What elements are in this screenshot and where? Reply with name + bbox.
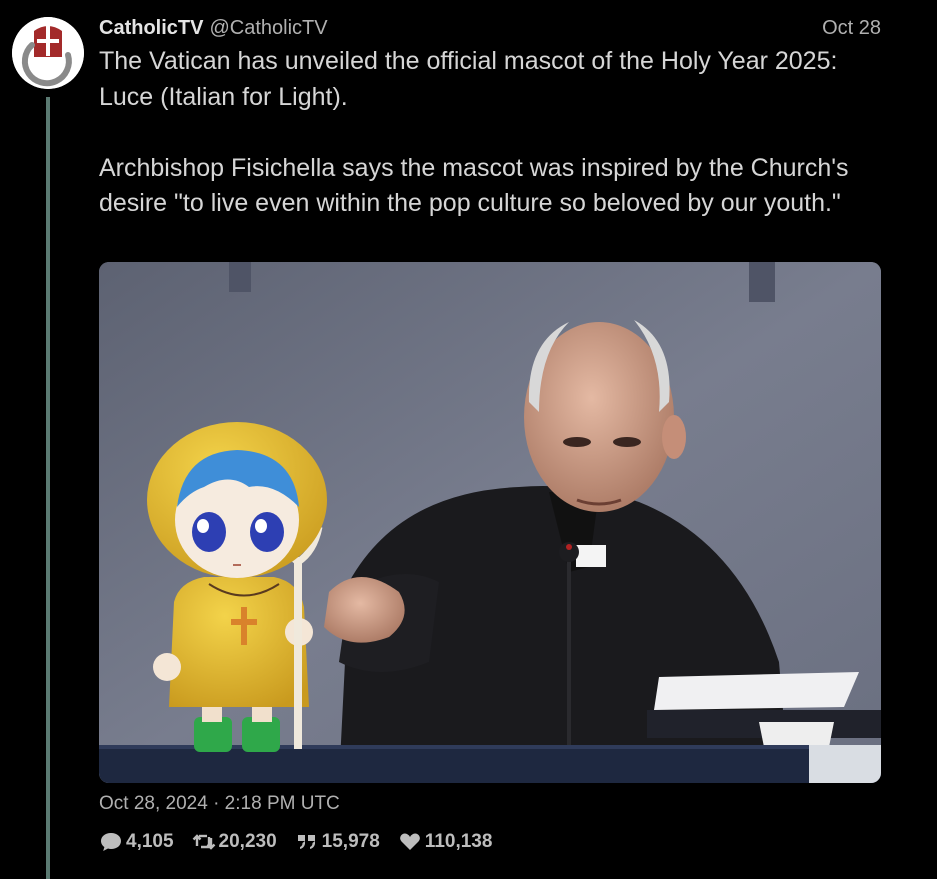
avatar[interactable]	[12, 17, 84, 89]
tweet-text: The Vatican has unveiled the official ma…	[99, 44, 889, 222]
comment-icon	[99, 830, 123, 854]
retweet-count: 20,230	[218, 831, 277, 852]
photo-mascot-and-archbishop	[99, 262, 881, 783]
tweet-timestamp[interactable]: Oct 28, 2024 · 2:18 PM UTC	[99, 791, 340, 817]
quote-icon	[295, 830, 319, 854]
user-handle[interactable]: @CatholicTV	[209, 17, 327, 39]
reply-count: 4,105	[126, 831, 174, 852]
thread-line	[46, 97, 50, 879]
quote-count: 15,978	[321, 831, 380, 852]
tweet: CatholicTV @CatholicTV Oct 28 The Vatican…	[0, 0, 937, 879]
tweet-header: CatholicTV @CatholicTV Oct 28	[99, 15, 881, 41]
like-count: 110,138	[424, 831, 493, 852]
display-name[interactable]: CatholicTV	[99, 17, 203, 39]
retweet-stat[interactable]: 20,230	[192, 830, 277, 854]
retweet-icon	[192, 830, 216, 854]
tweet-text-paragraph: Archbishop Fisichella says the mascot wa…	[99, 153, 849, 218]
quote-stat[interactable]: 15,978	[295, 830, 380, 854]
reply-stat[interactable]: 4,105	[99, 830, 174, 854]
like-stat[interactable]: 110,138	[398, 830, 493, 854]
heart-icon	[398, 830, 422, 854]
tweet-date-link[interactable]: Oct 28	[822, 15, 881, 41]
catholictv-logo-icon	[12, 17, 84, 89]
tweet-stats: 4,105 20,230 15,978 110,138	[99, 829, 510, 855]
tweet-photo[interactable]	[99, 262, 881, 783]
tweet-text-paragraph: The Vatican has unveiled the official ma…	[99, 47, 838, 111]
